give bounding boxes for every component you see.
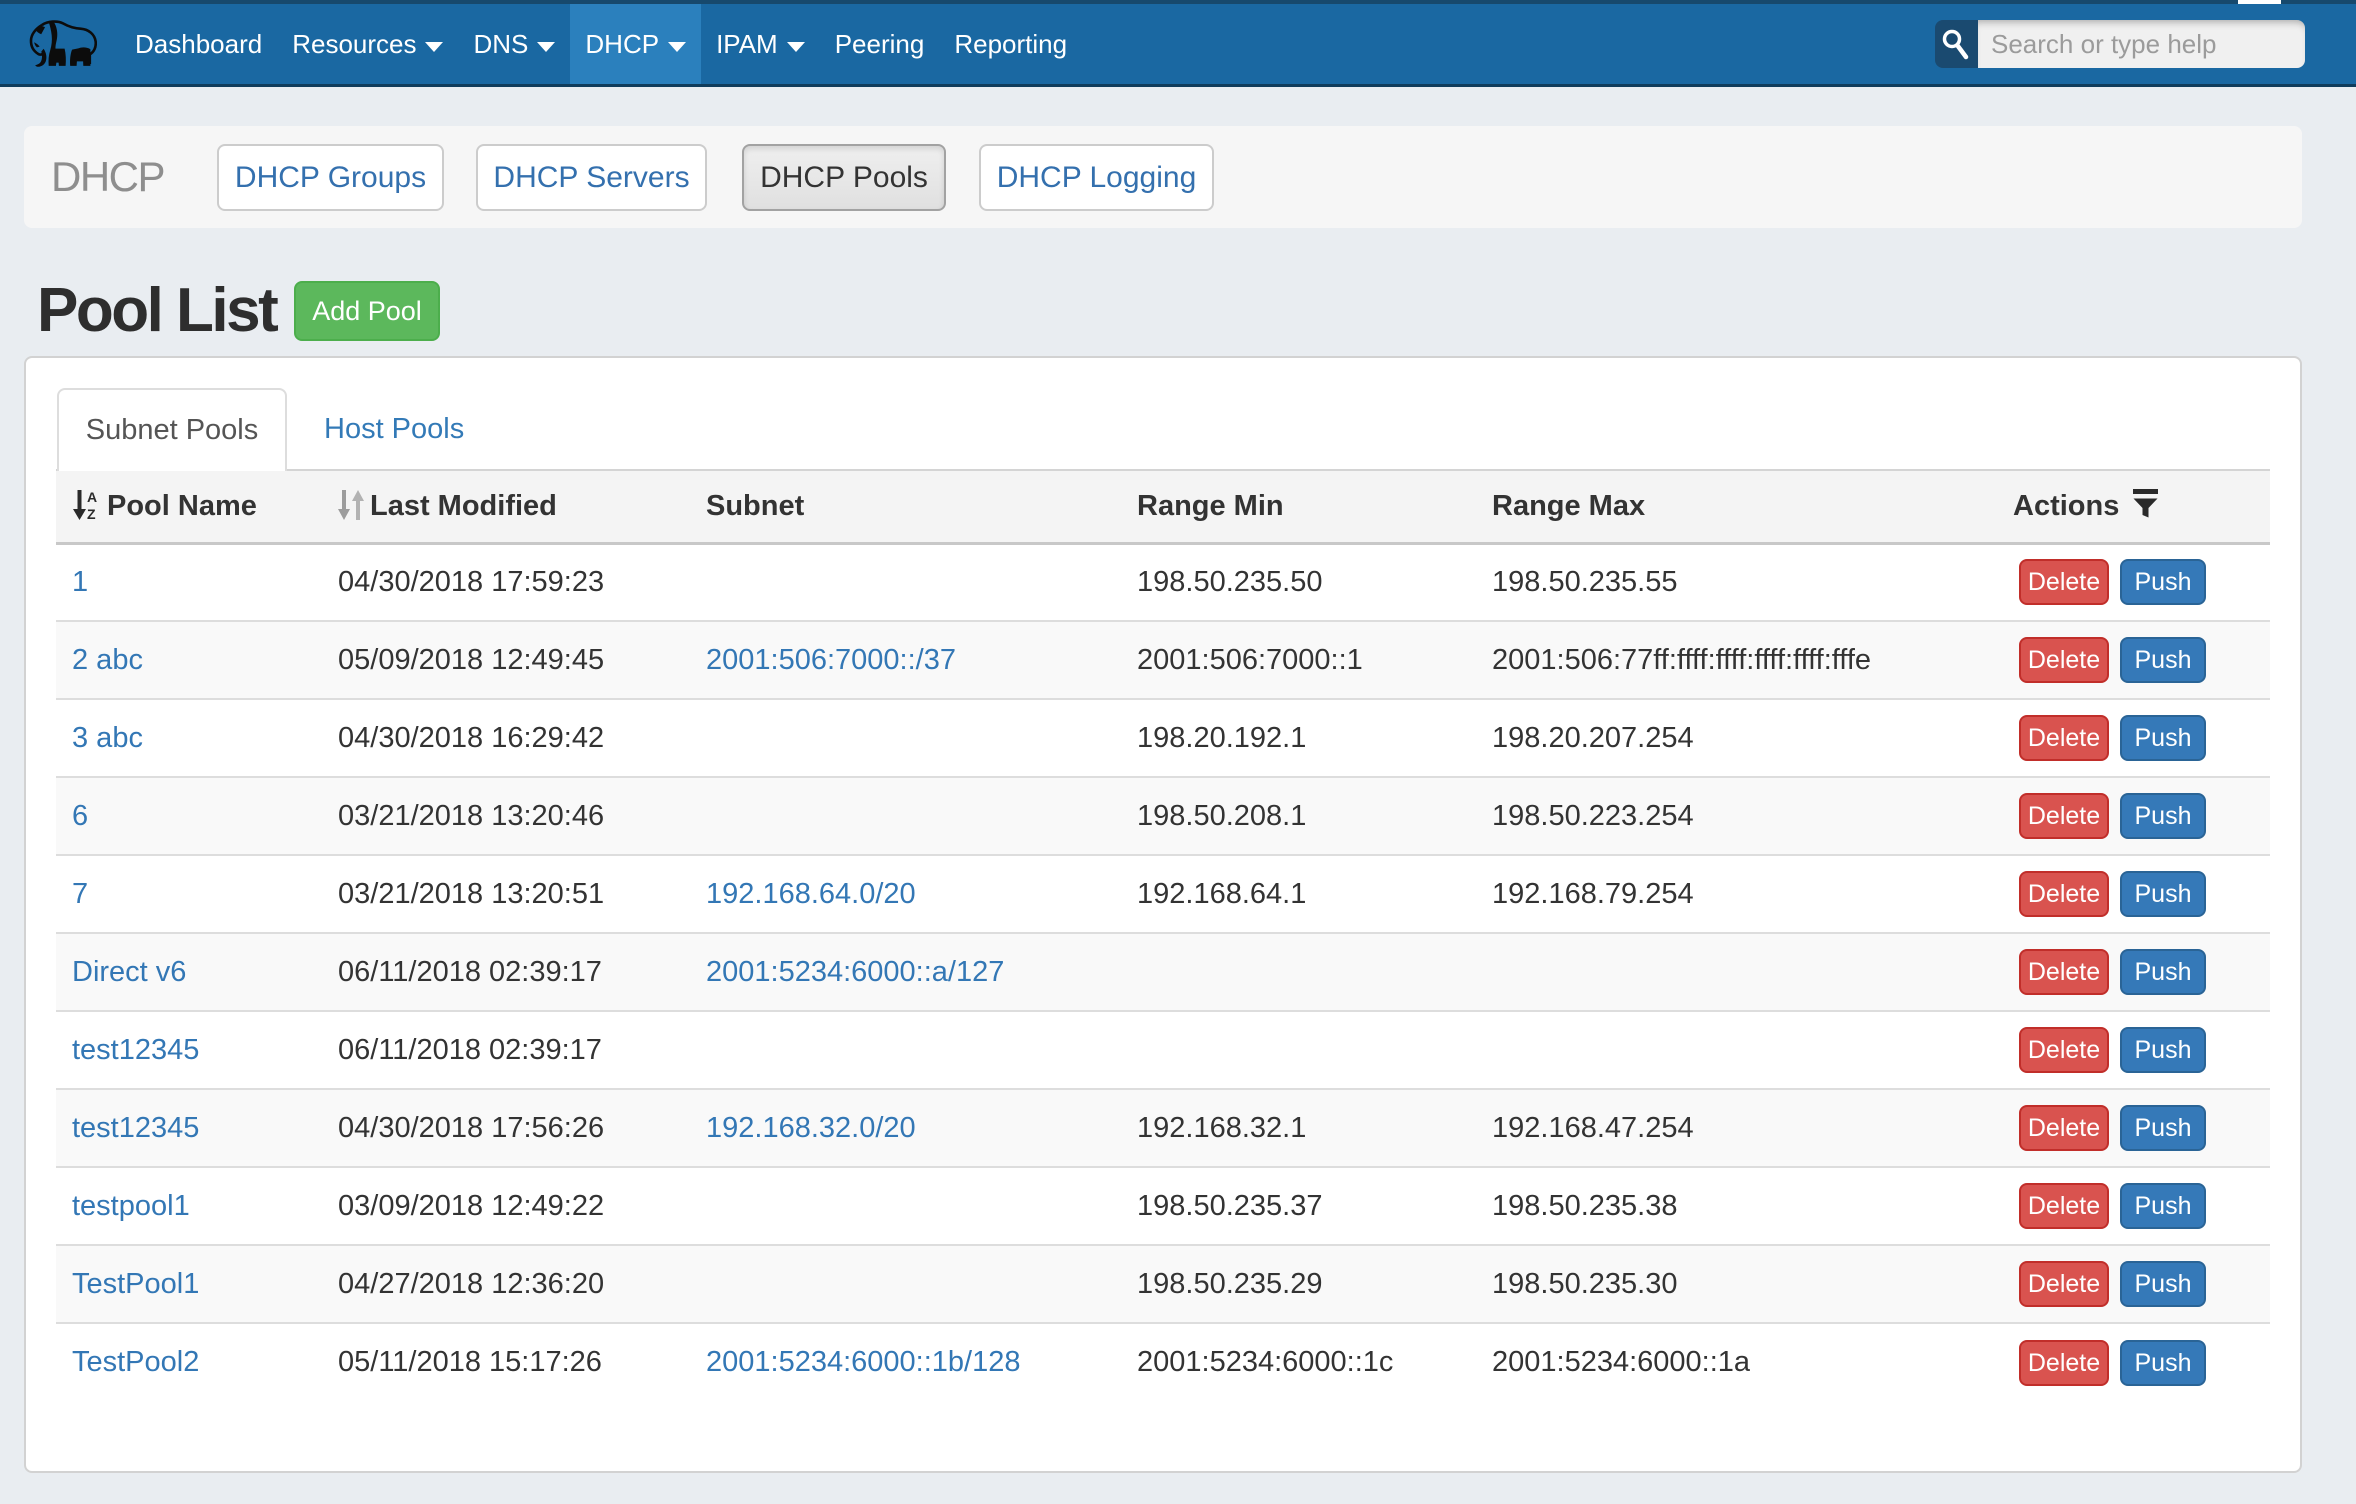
svg-text:Z: Z [87,506,96,520]
svg-text:A: A [87,490,97,505]
